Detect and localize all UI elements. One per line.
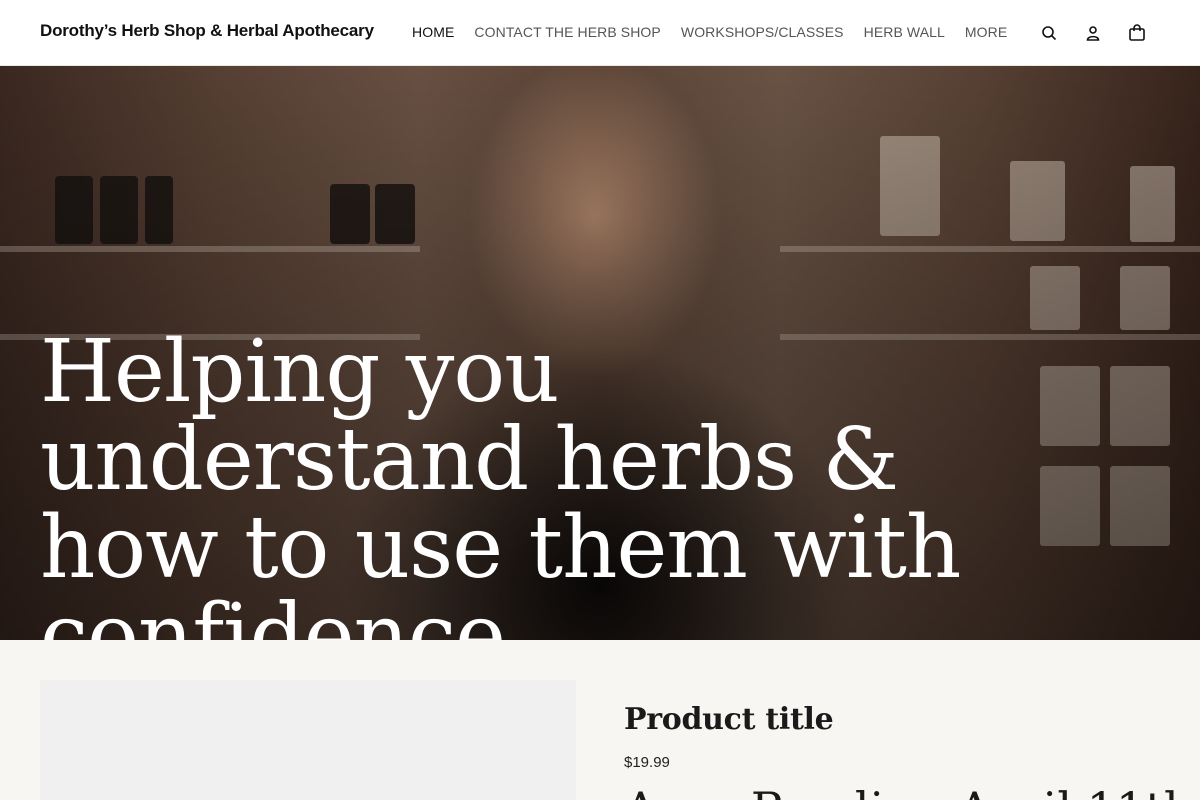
product-price: $19.99: [624, 754, 670, 771]
product-title[interactable]: Product title: [624, 702, 834, 737]
nav-item-home[interactable]: HOME: [412, 24, 454, 40]
header-icons: [1038, 22, 1148, 44]
search-icon[interactable]: [1038, 22, 1060, 44]
nav-item-workshops[interactable]: WORKSHOPS/CLASSES: [681, 24, 844, 40]
site-brand[interactable]: Dorothy’s Herb Shop & Herbal Apothecary: [40, 21, 374, 41]
hero-banner: Helping you understand herbs & how to us…: [0, 66, 1200, 640]
hero-title: Helping you understand herbs & how to us…: [40, 322, 961, 640]
nav-item-more[interactable]: MORE: [965, 24, 1007, 40]
cart-icon[interactable]: [1126, 22, 1148, 44]
account-icon[interactable]: [1082, 22, 1104, 44]
product-image-placeholder[interactable]: [40, 680, 576, 800]
product-subtitle: Aura Reading April 11th: [624, 782, 1193, 800]
nav-item-contact[interactable]: CONTACT THE HERB SHOP: [474, 24, 660, 40]
nav-item-herb-wall[interactable]: HERB WALL: [864, 24, 945, 40]
main-nav: HOME CONTACT THE HERB SHOP WORKSHOPS/CLA…: [412, 24, 1007, 40]
site-header: Dorothy’s Herb Shop & Herbal Apothecary …: [0, 0, 1200, 66]
featured-product: Product title $19.99 Aura Reading April …: [0, 640, 1200, 800]
